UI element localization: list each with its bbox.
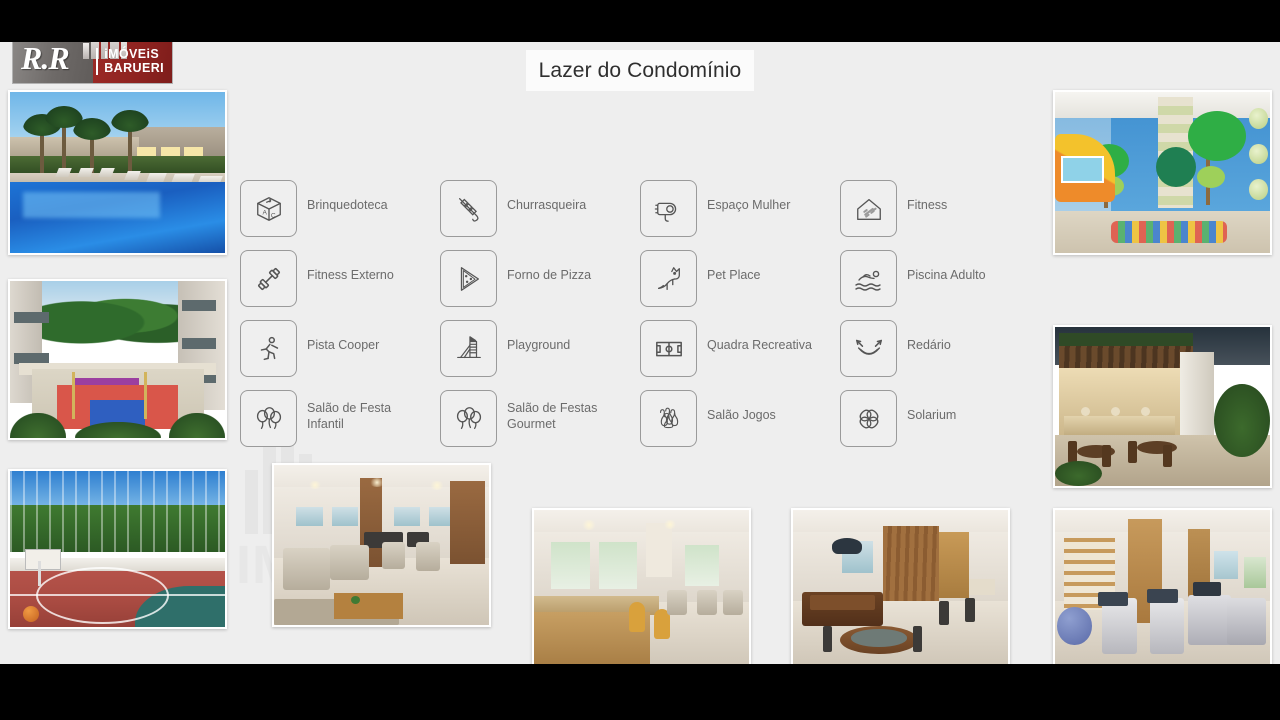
pizza-slice-icon: [440, 250, 497, 307]
kids-playroom-photo: [1053, 90, 1272, 255]
playground-slide-icon: [440, 320, 497, 377]
amenity-label: Pet Place: [707, 268, 761, 282]
amenity-pet-place[interactable]: Pet Place: [640, 250, 840, 320]
amenity-piscina-adulto[interactable]: Piscina Adulto: [840, 250, 1040, 320]
amenity-espaco-mulher[interactable]: Espaço Mulher: [640, 180, 840, 250]
logo-subtitle-line1: iMÓVEiS: [104, 47, 160, 61]
amenity-pista-cooper[interactable]: Pista Cooper: [240, 320, 440, 390]
amenity-label: Playground: [507, 338, 571, 352]
amenity-label: Fitness: [907, 198, 948, 212]
amenity-label: Solarium: [907, 408, 957, 422]
logo-wordmark: R.R: [21, 42, 70, 76]
letterbox-top: [0, 0, 1280, 42]
games-room-photo: [791, 508, 1010, 664]
amenity-label: Fitness Externo: [307, 268, 394, 282]
playground-courtyard-photo: [8, 279, 227, 440]
amenity-label: Redário: [907, 338, 951, 352]
skewer-icon: [440, 180, 497, 237]
toy-block-icon: A C: [240, 180, 297, 237]
amenity-label: Forno de Pizza: [507, 268, 592, 282]
balloons-icon: [240, 390, 297, 447]
amenity-label: Salão de Festa Infantil: [307, 401, 392, 431]
amenity-label: Pista Cooper: [307, 338, 380, 352]
amenity-label: Salão de Festas Gourmet: [507, 401, 598, 431]
amenity-salao-jogos[interactable]: Salão Jogos: [640, 390, 840, 460]
amenities-row: A C Brinquedoteca Churrasqueira Espaço M…: [240, 180, 1040, 250]
amenity-redario[interactable]: Redário: [840, 320, 1040, 390]
amenities-row: Salão de Festa Infantil Salão de Festas …: [240, 390, 1040, 460]
lounge-hall-photo: [272, 463, 491, 627]
flower-pinwheel-icon: [840, 390, 897, 447]
amenity-churrasqueira[interactable]: Churrasqueira: [440, 180, 640, 250]
amenity-solarium[interactable]: Solarium: [840, 390, 1040, 460]
amenity-brinquedoteca[interactable]: A C Brinquedoteca: [240, 180, 440, 250]
svg-text:C: C: [270, 212, 275, 219]
swimmer-icon: [840, 250, 897, 307]
amenity-fitness[interactable]: Fitness: [840, 180, 1040, 250]
company-logo[interactable]: R.R iMÓVEiS BARUERI: [13, 42, 172, 83]
amenity-label: Piscina Adulto: [907, 268, 986, 282]
amenity-salao-festas-gourmet[interactable]: Salão de Festas Gourmet: [440, 390, 640, 460]
hair-dryer-icon: [640, 180, 697, 237]
runner-icon: [240, 320, 297, 377]
logo-subtitle: iMÓVEiS BARUERI: [96, 47, 164, 75]
amenity-quadra-recreativa[interactable]: Quadra Recreativa: [640, 320, 840, 390]
logo-subtitle-line2: BARUERI: [104, 60, 164, 75]
amenities-grid: A C Brinquedoteca Churrasqueira Espaço M…: [240, 180, 1040, 460]
fitness-gym-photo: [1053, 508, 1272, 664]
amenity-playground[interactable]: Playground: [440, 320, 640, 390]
amenity-label: Brinquedoteca: [307, 198, 388, 212]
page-title-text: Lazer do Condomínio: [538, 58, 742, 82]
swimming-pool-photo: [8, 90, 227, 255]
amenity-label: Espaço Mulher: [707, 198, 791, 212]
slide-canvas: RR IMÓVEIS Lazer do Condomínio: [0, 42, 1280, 664]
balloons-icon: [440, 390, 497, 447]
sports-field-icon: [640, 320, 697, 377]
dumbbell-icon: [240, 250, 297, 307]
amenity-salao-festa-infantil[interactable]: Salão de Festa Infantil: [240, 390, 440, 460]
letterbox-bottom: [0, 664, 1280, 720]
page-title: Lazer do Condomínio: [526, 50, 754, 91]
amenities-row: Fitness Externo Forno de Pizza Pet Place…: [240, 250, 1040, 320]
gym-house-icon: [840, 180, 897, 237]
amenity-fitness-externo[interactable]: Fitness Externo: [240, 250, 440, 320]
gourmet-bar-photo: [532, 508, 751, 664]
basketball-court-photo: [8, 469, 227, 629]
dog-icon: [640, 250, 697, 307]
gourmet-pergola-photo: [1053, 325, 1272, 488]
amenity-label: Quadra Recreativa: [707, 338, 812, 352]
bowling-pins-icon: [640, 390, 697, 447]
amenities-row: Pista Cooper Playground Quadra Recreativ…: [240, 320, 1040, 390]
amenity-label: Churrasqueira: [507, 198, 587, 212]
hammock-icon: [840, 320, 897, 377]
slide-stage: RR IMÓVEIS Lazer do Condomínio: [0, 0, 1280, 720]
amenity-forno-de-pizza[interactable]: Forno de Pizza: [440, 250, 640, 320]
amenity-label: Salão Jogos: [707, 408, 776, 422]
svg-text:A: A: [262, 209, 267, 216]
